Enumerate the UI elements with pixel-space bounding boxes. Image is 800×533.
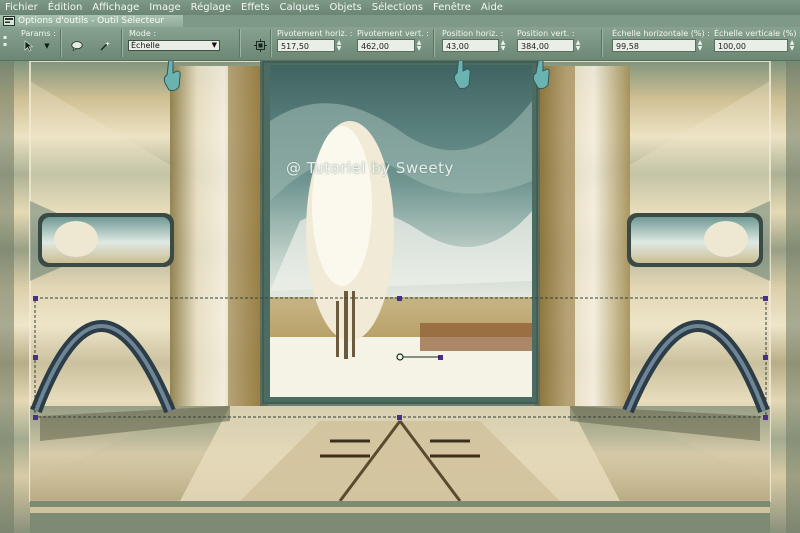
menu-bar: Fichier Édition Affichage Image Réglage … bbox=[0, 0, 800, 15]
menu-selections[interactable]: Sélections bbox=[367, 2, 428, 13]
scale-vert-value: 100,00 bbox=[718, 42, 746, 51]
canvas-artwork bbox=[0, 61, 800, 533]
menu-reglage[interactable]: Réglage bbox=[186, 2, 236, 13]
position-horiz-value: 43,00 bbox=[446, 42, 469, 51]
pivot-horiz-label: Pivotement horiz. : bbox=[277, 29, 353, 38]
spin-arrows-icon[interactable]: ▲ ▼ bbox=[696, 40, 704, 53]
menu-objets[interactable]: Objets bbox=[324, 2, 366, 13]
scale-horiz-field[interactable]: 99,58 ▲ ▼ bbox=[612, 39, 702, 52]
pivot-horiz-field[interactable]: 517,50 ▲ ▼ bbox=[277, 39, 341, 52]
tool-options-titlebar[interactable]: Options d'outils - Outil Sélecteur bbox=[0, 15, 183, 27]
toolbar-separator bbox=[270, 29, 272, 57]
params-label: Params : bbox=[21, 29, 56, 38]
speech-bubble-icon[interactable] bbox=[70, 39, 84, 53]
selection-wand-icon[interactable] bbox=[98, 39, 112, 53]
chevron-down-icon: ▼ bbox=[211, 41, 217, 49]
menu-effets[interactable]: Effets bbox=[236, 2, 275, 13]
mode-label: Mode : bbox=[129, 29, 157, 38]
toolbar-separator bbox=[239, 29, 241, 57]
tool-options-title: Options d'outils - Outil Sélecteur bbox=[18, 16, 165, 26]
tool-options-title-filler bbox=[183, 15, 800, 27]
pointing-hand-icon bbox=[161, 61, 183, 97]
scale-horiz-label: Échelle horizontale (%) : bbox=[612, 29, 710, 38]
menu-affichage[interactable]: Affichage bbox=[87, 2, 144, 13]
menu-edition[interactable]: Édition bbox=[43, 2, 88, 13]
toolbar-separator bbox=[121, 29, 123, 57]
spin-arrows-icon[interactable]: ▲ ▼ bbox=[574, 40, 582, 53]
pointer-tool-icon[interactable] bbox=[22, 39, 36, 53]
pivot-vert-value: 462,00 bbox=[361, 42, 389, 51]
menu-fenetre[interactable]: Fenêtre bbox=[428, 2, 476, 13]
menu-fichier[interactable]: Fichier bbox=[0, 2, 43, 13]
menu-calques[interactable]: Calques bbox=[275, 2, 325, 13]
tool-options-window-icon bbox=[3, 16, 15, 26]
pivot-vert-field[interactable]: 462,00 ▲ ▼ bbox=[357, 39, 421, 52]
position-vert-label: Position vert. : bbox=[517, 29, 575, 38]
center-object-icon[interactable] bbox=[253, 38, 267, 52]
position-vert-field[interactable]: 384,00 ▲ ▼ bbox=[517, 39, 580, 52]
pointing-hand-icon bbox=[529, 61, 551, 95]
toolbar-separator bbox=[60, 29, 62, 57]
menu-aide[interactable]: Aide bbox=[476, 2, 508, 13]
toolbar-grip-icon[interactable]: ▪ ▪ bbox=[1, 30, 9, 52]
mode-select-value: Échelle bbox=[131, 41, 160, 50]
pivot-vert-label: Pivotement vert. : bbox=[357, 29, 429, 38]
position-horiz-field[interactable]: 43,00 ▲ ▼ bbox=[442, 39, 505, 52]
scale-horiz-value: 99,58 bbox=[616, 42, 639, 51]
watermark-text: @ Tutoriel by Sweety bbox=[286, 159, 454, 177]
toolbar-separator bbox=[601, 29, 603, 57]
scale-vert-field[interactable]: 100,00 ▲ ▼ bbox=[714, 39, 794, 52]
menu-image[interactable]: Image bbox=[144, 2, 185, 13]
mode-select[interactable]: Échelle ▼ bbox=[128, 40, 220, 51]
spin-arrows-icon[interactable]: ▲ ▼ bbox=[415, 40, 423, 53]
position-horiz-label: Position horiz. : bbox=[442, 29, 504, 38]
toolbar-separator bbox=[433, 29, 435, 57]
position-vert-value: 384,00 bbox=[521, 42, 549, 51]
image-canvas[interactable]: @ Tutoriel by Sweety bbox=[0, 61, 800, 533]
preset-dropdown-arrow[interactable]: ▼ bbox=[40, 39, 54, 53]
pointing-hand-icon bbox=[451, 61, 473, 95]
spin-arrows-icon[interactable]: ▲ ▼ bbox=[499, 40, 507, 53]
scale-vert-label: Échelle verticale (%) : bbox=[714, 29, 800, 38]
pivot-horiz-value: 517,50 bbox=[281, 42, 309, 51]
tool-options-toolbar: ▪ ▪ Params : ▼ Mode : Échelle ▼ Pivotemen… bbox=[0, 27, 800, 61]
spin-arrows-icon[interactable]: ▲ ▼ bbox=[335, 40, 343, 53]
spin-arrows-icon[interactable]: ▲ ▼ bbox=[788, 40, 796, 53]
